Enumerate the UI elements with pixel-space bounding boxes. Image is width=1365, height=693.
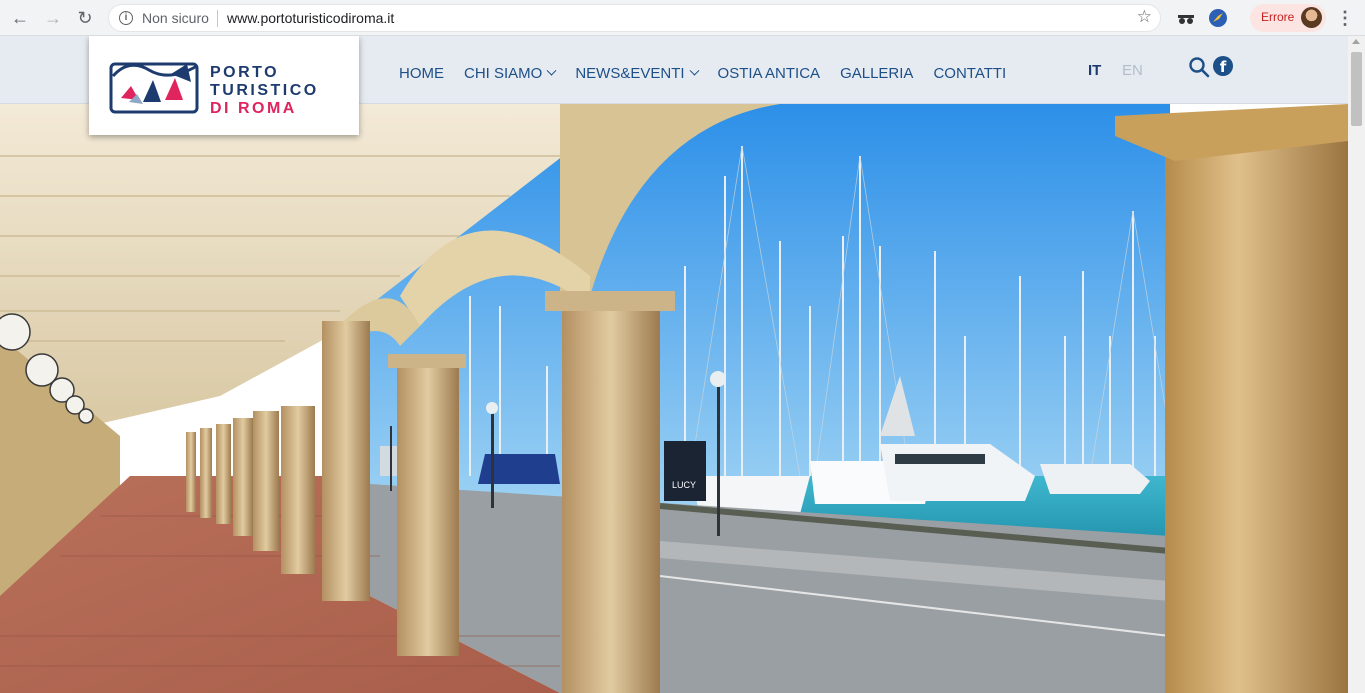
scroll-thumb[interactable] xyxy=(1351,52,1362,126)
error-label: Errore xyxy=(1261,10,1295,24)
browser-toolbar: ← → ↻ i Non sicuro www.portoturisticodir… xyxy=(0,0,1365,36)
nav-news-eventi-label: NEWS&EVENTI xyxy=(575,64,685,82)
language-it[interactable]: IT xyxy=(1088,62,1101,79)
reload-icon[interactable]: ↻ xyxy=(73,6,97,30)
address-bar[interactable]: i Non sicuro www.portoturisticodiroma.it… xyxy=(108,4,1161,32)
logo-text-line3: DI ROMA xyxy=(210,100,297,117)
svg-text:LUCY: LUCY xyxy=(672,480,696,490)
omnibox-divider xyxy=(217,10,218,27)
nav-contatti[interactable]: CONTATTI xyxy=(933,63,1006,83)
logo-text-line1: PORTO xyxy=(210,64,280,81)
forward-arrow-icon[interactable]: → xyxy=(41,6,65,30)
facebook-icon[interactable]: f xyxy=(1213,56,1233,76)
avatar xyxy=(1301,7,1322,28)
chevron-down-icon xyxy=(689,65,699,76)
nav-home-label: HOME xyxy=(399,64,444,82)
nav-galleria[interactable]: GALLERIA xyxy=(840,63,913,83)
nav-contatti-label: CONTATTI xyxy=(933,64,1007,82)
main-navigation: HOME CHI SIAMO NEWS&EVENTI OSTIA ANTICA … xyxy=(389,63,1016,83)
chevron-down-icon xyxy=(546,65,557,76)
browser-menu-icon[interactable]: ⋮ xyxy=(1336,8,1354,28)
nav-chi-siamo-label: CHI SIAMO xyxy=(464,64,543,82)
nav-galleria-label: GALLERIA xyxy=(840,64,914,82)
nav-home[interactable]: HOME xyxy=(399,63,444,83)
url-text[interactable]: www.portoturisticodiroma.it xyxy=(227,10,394,26)
nav-ostia-antica-label: OSTIA ANTICA xyxy=(717,64,821,82)
incognito-extension-icon[interactable] xyxy=(1175,7,1197,29)
webpage: LUCY HOME CHI SIAMO NEWS&EVENTI OSTIA AN… xyxy=(0,36,1348,693)
scroll-up-arrow-icon[interactable] xyxy=(1352,39,1360,44)
nav-ostia-antica[interactable]: OSTIA ANTICA xyxy=(718,63,821,83)
security-status[interactable]: Non sicuro xyxy=(142,10,209,26)
page-scrollbar[interactable] xyxy=(1348,36,1365,693)
compass-extension-icon[interactable] xyxy=(1207,7,1229,29)
bookmark-star-icon[interactable]: ☆ xyxy=(1137,7,1152,27)
back-arrow-icon[interactable]: ← xyxy=(8,6,32,30)
profile-error-chip[interactable]: Errore xyxy=(1250,4,1326,32)
search-icon[interactable] xyxy=(1188,56,1210,78)
nav-chi-siamo[interactable]: CHI SIAMO xyxy=(464,63,557,83)
language-en[interactable]: EN xyxy=(1122,62,1143,79)
info-icon[interactable]: i xyxy=(119,11,133,25)
site-logo[interactable]: PORTO TURISTICO DI ROMA xyxy=(89,36,359,135)
nav-news-eventi[interactable]: NEWS&EVENTI xyxy=(575,63,699,83)
logo-text-line2: TURISTICO xyxy=(210,82,319,99)
logo-mark-icon xyxy=(109,62,199,114)
